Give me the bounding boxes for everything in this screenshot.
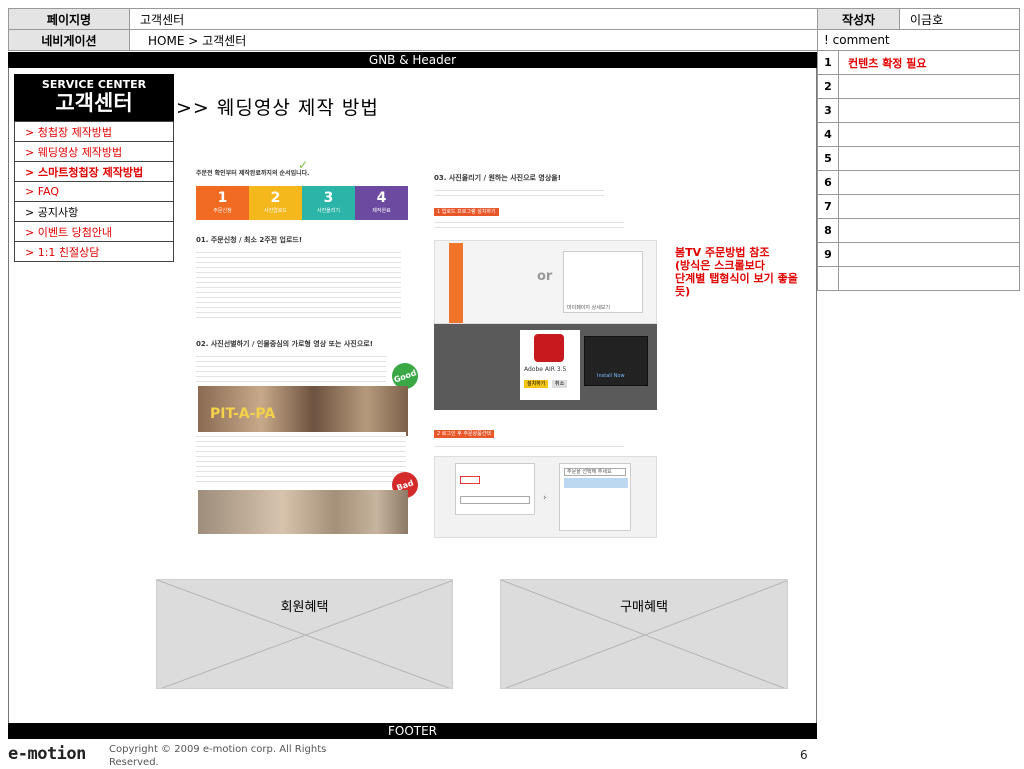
left-nav-item[interactable]: > 웨딩영상 제작방법 [14,142,174,162]
order-select-panel: › 주문을 선택해 주세요 [434,456,657,538]
or-text: or [537,269,553,284]
comment-label: ! comment [817,29,1020,51]
section-02-title: 02. 사진선별하기 / 인물중심의 가로형 영상 또는 사진으로! [196,340,373,348]
section-03-title: 03. 사진올리기 / 원하는 사진으로 영상을! [434,174,561,182]
left-nav-item[interactable]: > FAQ [14,182,174,202]
frame-left-line [8,68,9,723]
purchase-benefits-placeholder: 구매혜택 [500,579,788,689]
comment-row: 2 [817,75,1020,99]
author-value: 이금호 [899,8,1020,30]
comment-number [818,267,839,290]
myinfo-text: 마이페이지 상세보기 [567,305,610,311]
comment-row: 3 [817,99,1020,123]
step-label: 사진업로드 [263,208,287,214]
left-nav-item[interactable]: > 공지사항 [14,202,174,222]
content-image: 주문전 확인부터 제작완료까지의 순서입니다. ✓ 1 주문신청 2 사진업로드 3 사진… [196,158,659,540]
step-cell: 3 사진올리기 [302,186,355,220]
page-name-value: 고객센터 [129,8,818,30]
section-02-body [196,352,386,382]
step-number: 4 [376,190,387,206]
steps-strip: 1 주문신청 2 사진업로드 3 사진올리기 4 제작완료 [196,186,408,220]
service-center-ko: 고객센터 [55,91,133,115]
adobe-name: Adobe AIR 3.5 [524,366,567,373]
member-benefits-placeholder: 회원혜택 [156,579,453,689]
comment-row: 6 [817,171,1020,195]
comment-row: 4 [817,123,1020,147]
member-benefits-label: 회원혜택 [280,600,329,615]
step-number: 2 [270,190,281,206]
comment-row: 7 [817,195,1020,219]
nav-label: 네비게이션 [8,29,130,51]
comment-number: 2 [818,75,839,98]
step1-body [434,218,624,232]
section-01-body [196,248,401,318]
step-number: 1 [217,190,228,206]
section-01-title: 01. 주문신청 / 최소 2주전 업로드! [196,236,303,244]
comment-number: 6 [818,171,839,194]
left-nav-item[interactable]: > 이벤트 당첨안내 [14,222,174,242]
comment-number: 1 [818,51,839,74]
step1-tag: 1 업로드 프로그램 설치하기 [434,208,499,216]
left-heading: 주문전 확인부터 제작완료까지의 순서입니다. [196,170,310,177]
checkmark-icon: ✓ [298,158,309,172]
step-label: 제작완료 [372,208,391,214]
step-label: 사진올리기 [316,208,340,214]
step-number: 3 [323,190,334,206]
photo-caption: PIT-A-PA [210,406,276,422]
arrow-icon: › [543,493,547,503]
comment-row: 1 컨텐츠 확정 필요 [817,51,1020,75]
step-cell: 4 제작완료 [355,186,408,220]
adobe-air-icon [534,334,564,362]
section-bad-body [196,432,406,482]
comment-number: 8 [818,219,839,242]
page-name-label: 페이지명 [8,8,130,30]
adobe-cancel-button[interactable]: 취소 [552,380,568,388]
left-nav-item[interactable]: > 1:1 친절상담 [14,242,174,262]
copyright-text: Copyright © 2009 e-motion corp. All Righ… [109,744,327,768]
comment-number: 5 [818,147,839,170]
section-03-body [434,186,604,200]
comment-text: 컨텐츠 확정 필요 [848,56,927,70]
comment-number: 9 [818,243,839,266]
order-select[interactable]: 주문을 선택해 주세요 [564,468,626,476]
gnb-bar: GNB & Header [8,52,817,68]
step2-body [434,442,624,450]
service-center-box: SERVICE CENTER 고객센터 [14,74,174,122]
step-cell: 2 사진업로드 [249,186,302,220]
left-nav-item[interactable]: > 스마트청첩장 제작방법 [14,162,174,182]
comment-row: 5 [817,147,1020,171]
step-cell: 1 주문신청 [196,186,249,220]
emotion-logo: e-motion [8,744,86,764]
comment-number: 7 [818,195,839,218]
adobe-install-button[interactable]: 설치하기 [524,380,549,388]
comment-number: 3 [818,99,839,122]
service-center-en: SERVICE CENTER [41,78,147,91]
comment-row: 8 [817,219,1020,243]
install-now-button[interactable]: Install Now [597,373,625,379]
nav-value: HOME > 고객센터 [129,29,818,51]
adobe-panel: Adobe AIR 3.5 설치하기 취소 Install Now [434,324,657,410]
left-nav-item[interactable]: > 청첩장 제작방법 [14,122,174,142]
comment-row: 9 [817,243,1020,267]
page-number: 6 [800,748,808,762]
upload-panel: or 마이페이지 상세보기 [434,240,657,324]
author-label: 작성자 [817,8,900,30]
comment-row [817,267,1020,291]
good-photo: PIT-A-PA [198,386,408,436]
step2-tag: 2 로그인 후 주문상품선택 [434,430,494,438]
comment-number: 4 [818,123,839,146]
bad-photo [198,490,408,534]
footer-bar: FOOTER [8,723,817,739]
step-label: 주문신청 [213,208,232,214]
page-heading: >> 웨딩영상 제작 방법 [176,97,379,119]
purchase-benefits-label: 구매혜택 [620,600,668,615]
frame-right-line [816,68,817,723]
annotation-note: 봄TV 주문방법 참조 (방식은 스크롤보다 단계별 탭형식이 보기 좋을듯) [675,246,798,298]
